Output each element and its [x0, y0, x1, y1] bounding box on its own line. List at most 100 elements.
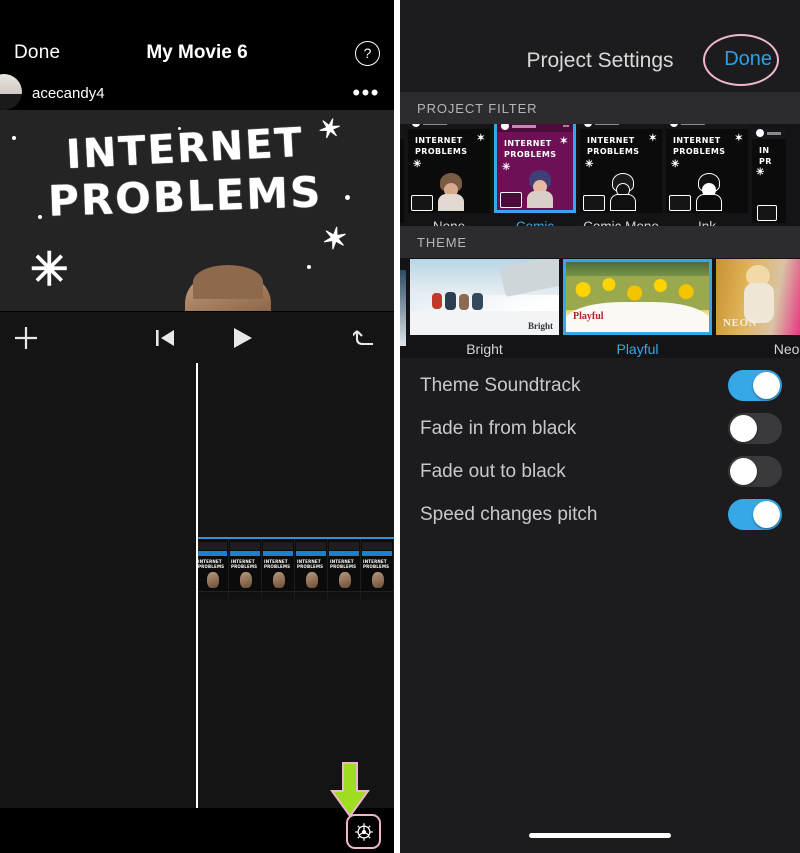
theme-badge: Playful [573, 311, 604, 322]
thumb-person [608, 172, 638, 211]
setting-row-fade-in-from-black[interactable]: Fade in from black [400, 407, 800, 450]
clip-frame: INTERNET PROBLEMS [262, 539, 295, 599]
sparkle-icon: ✶ [734, 132, 743, 144]
toggle-fade-out-to-black[interactable] [728, 456, 782, 487]
undo-icon[interactable] [352, 324, 380, 352]
settings-done-wrap: Done [703, 34, 782, 86]
overlay-text-line2: PROBLEMS [47, 167, 324, 226]
filter-thumbnail: INTERNET PROBLEMS ✶ ✳ [580, 124, 662, 213]
editor-done-button[interactable]: Done [14, 42, 60, 64]
theme-item-neon[interactable]: NEON Neon [716, 259, 800, 357]
sparkle-dot-icon [178, 127, 181, 130]
toggle-knob [730, 415, 757, 442]
imovie-editor-panel: Done My Movie 6 ? acecandy4 ••• INTERNET… [0, 0, 394, 853]
theme-label: Neon [773, 341, 800, 357]
screenshot-root: Done My Movie 6 ? acecandy4 ••• INTERNET… [0, 0, 800, 853]
sparkle-dot-icon [12, 136, 16, 140]
username-label: acecandy4 [32, 84, 105, 102]
laptop-icon [411, 194, 433, 211]
theme-thumbnail: Bright [410, 259, 559, 335]
theme-label: Playful [616, 341, 659, 357]
skip-to-start-icon[interactable] [152, 325, 178, 351]
filter-item-partial-right[interactable]: IN PR ✳ [752, 127, 786, 223]
filter-label: Comic [515, 218, 555, 227]
sparkle-icon: ✳ [413, 158, 422, 170]
toggle-theme-soundtrack[interactable] [728, 370, 782, 401]
thumb-person [436, 172, 466, 211]
video-preview[interactable]: INTERNET PROBLEMS ✶ ✳ ✶ [0, 110, 394, 311]
project-filter-list[interactable]: INTERNET PROBLEMS ✶ ✳ None INTERNET PROBLE… [400, 124, 800, 226]
plus-icon[interactable] [12, 324, 40, 352]
section-header-theme: THEME [400, 226, 800, 258]
filter-item-partial-left[interactable] [400, 127, 404, 223]
filter-thumbnail: IN PR ✳ [752, 127, 786, 223]
editor-nav-bar: Done My Movie 6 ? [0, 30, 394, 76]
filter-item-comic[interactable]: INTERNET PROBLEMS ✶ ✳ Comic [494, 124, 576, 226]
theme-item-playful[interactable]: Playful Playful [563, 259, 712, 357]
settings-rows: Theme Soundtrack Fade in from black Fade… [400, 358, 800, 536]
theme-list[interactable]: Bright Bright Playful Playful NEON Neo [400, 258, 800, 358]
project-settings-panel: Project Settings Done PROJECT FILTER INT… [400, 0, 800, 853]
setting-row-theme-soundtrack[interactable]: Theme Soundtrack [400, 364, 800, 407]
sparkle-icon: ✶ [648, 132, 657, 144]
filter-thumb-text: INTERNET PROBLEMS [673, 135, 726, 156]
timeline[interactable]: INTERNET PROBLEMS INTERNET PROBLEMS INTE… [0, 363, 394, 808]
theme-item-partial-left[interactable] [400, 270, 406, 346]
sparkle-icon: ✶ [314, 111, 345, 147]
clip-frame-label: INTERNET PROBLEMS [363, 559, 390, 569]
toggle-knob [730, 458, 757, 485]
sparkle-icon: ✳ [502, 161, 511, 173]
right-status-bar [400, 0, 800, 30]
sparkle-dot-icon [307, 265, 311, 269]
sparkle-icon: ✳ [671, 158, 680, 170]
home-indicator [529, 833, 671, 838]
settings-nav-bar: Project Settings Done [400, 30, 800, 92]
theme-label: Bright [466, 341, 503, 357]
setting-label: Fade out to black [420, 460, 566, 482]
filter-label: Comic Mono [583, 218, 659, 227]
play-icon[interactable] [228, 324, 256, 352]
setting-row-speed-changes-pitch[interactable]: Speed changes pitch [400, 493, 800, 536]
thumb-person [694, 172, 724, 211]
sparkle-dot-icon [38, 215, 42, 219]
help-icon[interactable]: ? [355, 40, 380, 66]
filter-item-none[interactable]: INTERNET PROBLEMS ✶ ✳ None [408, 124, 490, 226]
clip-frame: INTERNET PROBLEMS [328, 539, 361, 599]
clip-frame: INTERNET PROBLEMS [295, 539, 328, 599]
playhead-line [196, 363, 198, 808]
theme-badge: NEON [723, 317, 758, 329]
down-arrow-annotation [328, 761, 372, 824]
sparkle-icon: ✶ [319, 221, 350, 258]
preview-person [185, 265, 271, 311]
clip-frame: INTERNET PROBLEMS [229, 539, 262, 599]
toggle-fade-in-from-black[interactable] [728, 413, 782, 444]
sparkle-icon: ✳ [756, 167, 765, 178]
filter-thumbnail: INTERNET PROBLEMS ✶ ✳ [494, 124, 576, 213]
filter-thumb-text: INTERNET PROBLEMS [415, 135, 468, 156]
laptop-icon [669, 194, 691, 211]
filter-thumbnail [400, 127, 404, 223]
editor-bottom-bar [0, 762, 394, 853]
theme-thumbnail: NEON [716, 259, 800, 335]
section-header-project-filter: PROJECT FILTER [400, 92, 800, 124]
settings-done-button[interactable]: Done [714, 42, 782, 77]
filter-item-ink[interactable]: INTERNET PROBLEMS ✶ ✳ Ink [666, 124, 748, 226]
laptop-icon [500, 191, 522, 208]
clip-frame-label: INTERNET PROBLEMS [231, 559, 258, 569]
theme-badge: Bright [527, 321, 553, 331]
avatar [0, 74, 22, 110]
theme-thumbnail [400, 270, 406, 346]
theme-thumbnail: Playful [563, 259, 712, 335]
timeline-clip[interactable]: INTERNET PROBLEMS INTERNET PROBLEMS INTE… [196, 537, 394, 599]
clip-frame-label: INTERNET PROBLEMS [264, 559, 291, 569]
setting-row-fade-out-to-black[interactable]: Fade out to black [400, 450, 800, 493]
theme-item-bright[interactable]: Bright Bright [410, 259, 559, 357]
toggle-knob [753, 501, 780, 528]
filter-label: None [432, 218, 466, 227]
toggle-speed-changes-pitch[interactable] [728, 499, 782, 530]
page-title: Project Settings [526, 49, 674, 72]
sparkle-icon: ✶ [476, 132, 485, 144]
ellipsis-icon[interactable]: ••• [352, 82, 380, 104]
clip-frame-label: INTERNET PROBLEMS [330, 559, 357, 569]
filter-item-comic-mono[interactable]: INTERNET PROBLEMS ✶ ✳ Comic Mono [580, 124, 662, 226]
